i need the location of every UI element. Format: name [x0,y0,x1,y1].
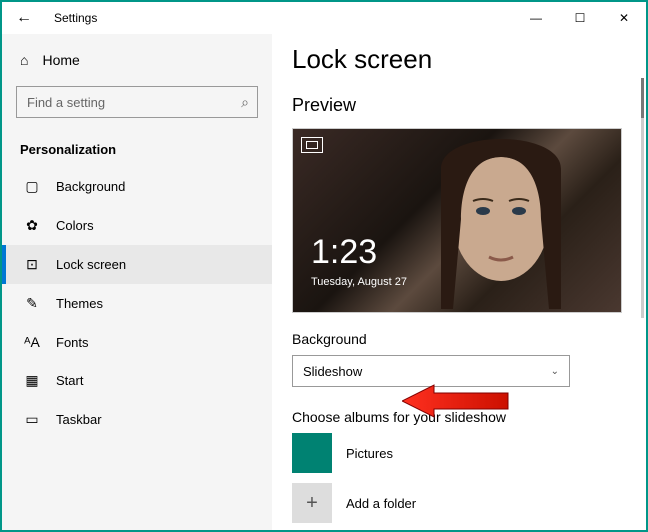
start-icon: ▦ [24,372,40,389]
sidebar-item-lockscreen[interactable]: ⊡Lock screen [2,245,272,284]
sidebar-item-taskbar[interactable]: ▭Taskbar [2,400,272,439]
add-folder-button[interactable]: + Add a folder [292,483,626,523]
sidebar-item-themes[interactable]: ✎Themes [2,284,272,323]
sidebar-item-fonts[interactable]: ᴬAFonts [2,323,272,361]
slideshow-badge-icon [301,137,323,153]
home-label: Home [42,52,79,68]
background-dropdown[interactable]: Slideshow ⌄ [292,355,570,387]
back-button[interactable]: ← [16,9,40,27]
sidebar-item-background[interactable]: ▢Background [2,167,272,206]
fonts-icon: ᴬA [24,334,40,350]
search-placeholder: Find a setting [27,95,105,110]
pictures-tile [292,433,332,473]
themes-icon: ✎ [24,295,40,312]
preview-date: Tuesday, August 27 [311,276,407,288]
window-controls: — ☐ ✕ [514,3,646,33]
picture-icon: ▢ [24,178,40,195]
home-icon: ⌂ [20,52,28,68]
scrollbar[interactable] [641,78,644,318]
close-button[interactable]: ✕ [602,3,646,33]
background-label: Background [292,331,626,347]
sidebar-item-colors[interactable]: ✿Colors [2,206,272,245]
album-pictures[interactable]: Pictures [292,433,626,473]
window-title: Settings [54,11,97,25]
lockscreen-preview: 1:23 Tuesday, August 27 [292,128,622,313]
sidebar: ⌂ Home Find a setting ⌕ Personalization … [2,34,272,530]
chevron-down-icon: ⌄ [551,366,559,377]
section-header: Personalization [2,128,272,167]
taskbar-icon: ▭ [24,411,40,428]
albums-label: Choose albums for your slideshow [292,409,626,425]
dropdown-value: Slideshow [303,364,362,379]
plus-icon: + [292,483,332,523]
preview-time: 1:23 [311,233,377,272]
content-area: Lock screen Preview 1:23 Tuesday, August… [272,34,646,530]
search-input[interactable]: Find a setting ⌕ [16,86,258,118]
lockscreen-icon: ⊡ [24,256,40,273]
search-icon: ⌕ [241,94,249,111]
palette-icon: ✿ [24,217,40,234]
home-link[interactable]: ⌂ Home [2,44,272,76]
page-title: Lock screen [292,44,626,75]
maximize-button[interactable]: ☐ [558,3,602,33]
face-silhouette [431,139,571,309]
titlebar: ← Settings — ☐ ✕ [2,2,646,34]
preview-label: Preview [292,95,626,116]
sidebar-item-start[interactable]: ▦Start [2,361,272,400]
minimize-button[interactable]: — [514,3,558,33]
